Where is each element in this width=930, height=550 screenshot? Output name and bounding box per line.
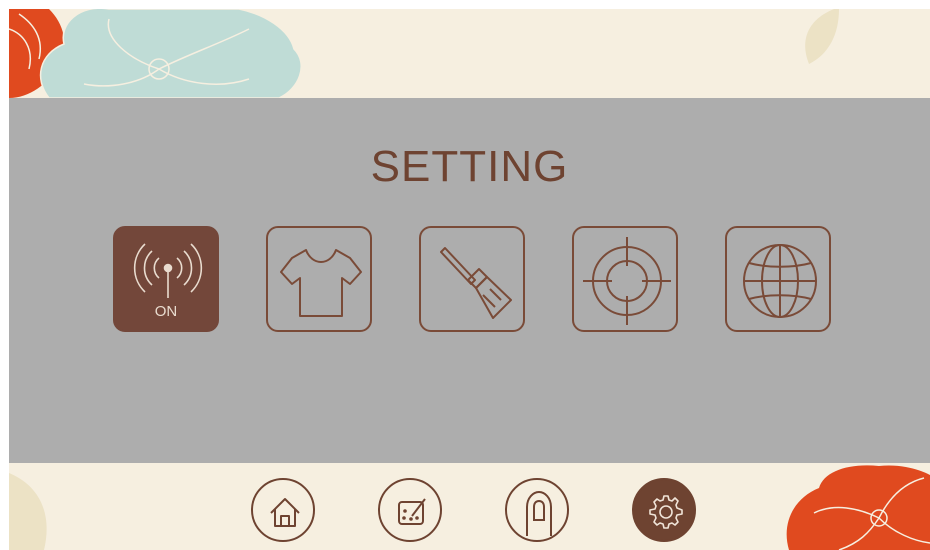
teal-flower — [39, 9, 302, 98]
crosshair-icon — [583, 237, 671, 325]
red-flower-right — [786, 465, 930, 550]
nav-touch-button[interactable] — [505, 478, 569, 542]
wifi-status-label: ON — [154, 303, 178, 320]
top-decor-banner — [9, 9, 930, 98]
t-shirt-icon — [280, 249, 362, 317]
flower-decoration — [9, 9, 839, 98]
nav-palette-button[interactable] — [378, 478, 442, 542]
tile-crosshair[interactable] — [572, 226, 678, 332]
tile-shirt[interactable] — [266, 226, 372, 332]
gear-icon — [649, 495, 683, 529]
tile-wifi[interactable]: ON — [113, 226, 219, 332]
nav-home-button[interactable] — [251, 478, 315, 542]
app-screen: SETTING ON — [9, 9, 930, 550]
fingertip-icon — [526, 490, 552, 536]
settings-panel: SETTING ON — [9, 98, 930, 463]
tile-globe[interactable] — [725, 226, 831, 332]
tile-brush[interactable] — [419, 226, 525, 332]
bottom-flower-decoration — [9, 465, 930, 550]
paint-brush-icon — [440, 247, 512, 319]
page-title: SETTING — [370, 142, 569, 191]
nav-settings-button[interactable] — [632, 478, 696, 542]
palette-edit-icon — [398, 498, 426, 525]
bottom-nav-bar — [9, 463, 930, 550]
globe-icon — [743, 244, 817, 318]
home-icon — [270, 498, 300, 527]
